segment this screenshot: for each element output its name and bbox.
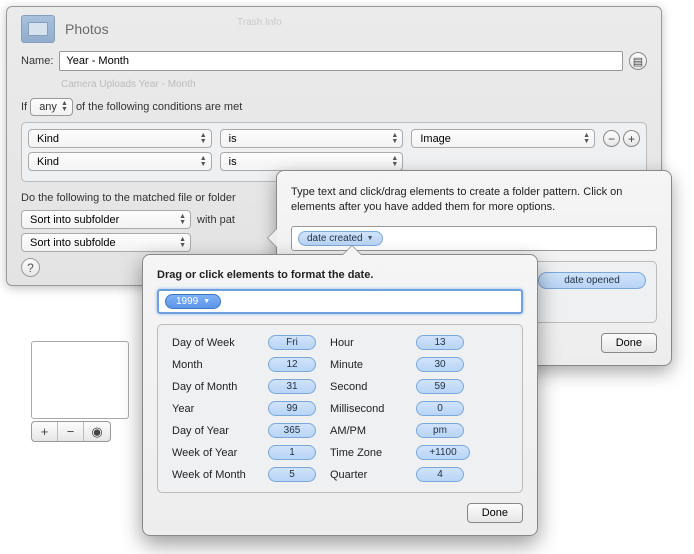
token-date-opened[interactable]: date opened <box>538 272 646 289</box>
token-date-created[interactable]: date created▼ <box>298 231 383 246</box>
fmt-label: Time Zone <box>330 447 402 459</box>
fmt-token[interactable]: 5 <box>268 467 316 482</box>
fmt-label: Year <box>172 403 254 415</box>
if-any-label: any <box>39 101 57 113</box>
cond-attr-select[interactable]: Kind <box>28 152 212 171</box>
remove-condition-button[interactable]: − <box>603 130 620 147</box>
add-button[interactable]: + <box>32 422 58 441</box>
window-title: Photos <box>65 21 109 37</box>
name-input[interactable] <box>59 51 623 71</box>
cond-op-select[interactable]: is <box>220 129 404 148</box>
example-token-year[interactable]: 1999▼ <box>165 294 221 309</box>
remove-button[interactable]: − <box>58 422 84 441</box>
if-text-2: of the following conditions are met <box>76 101 242 113</box>
faded-path: Camera Uploads Year - Month <box>61 79 647 90</box>
date-format-popover: Drag or click elements to format the dat… <box>142 254 538 536</box>
help-button[interactable]: ? <box>21 258 40 277</box>
fmt-token[interactable]: Fri <box>268 335 316 350</box>
date-example-field[interactable]: 1999▼ <box>157 289 523 314</box>
done-button[interactable]: Done <box>601 333 657 353</box>
fmt-label: Week of Month <box>172 469 254 481</box>
action-select[interactable]: Sort into subfolde <box>21 233 191 252</box>
fmt-label: Month <box>172 359 254 371</box>
fmt-label: Millisecond <box>330 403 402 415</box>
fmt-token[interactable]: 365 <box>268 423 316 438</box>
faded-tabs: Trash Info <box>237 17 282 28</box>
fmt-label: Hour <box>330 337 402 349</box>
fmt-token[interactable]: pm <box>416 423 464 438</box>
name-label: Name: <box>21 55 53 67</box>
action-select[interactable]: Sort into subfolder <box>21 210 191 229</box>
cond-op-select[interactable]: is <box>220 152 404 171</box>
with-pattern-label: with pat <box>197 214 235 226</box>
fmt-label: AM/PM <box>330 425 402 437</box>
if-any-select[interactable]: any <box>30 98 73 116</box>
done-button[interactable]: Done <box>467 503 523 523</box>
fmt-label: Second <box>330 381 402 393</box>
fmt-label: Week of Year <box>172 447 254 459</box>
pattern-help-text: Type text and click/drag elements to cre… <box>291 185 657 216</box>
fmt-token[interactable]: 99 <box>268 401 316 416</box>
fmt-token[interactable]: 4 <box>416 467 464 482</box>
fmt-token[interactable]: 30 <box>416 357 464 372</box>
add-condition-button[interactable]: + <box>623 130 640 147</box>
fmt-token[interactable]: 13 <box>416 335 464 350</box>
if-section: If any of the following conditions are m… <box>21 98 647 116</box>
format-box: Day of Week Fri Hour 13 Month 12 Minute 30 Day o… <box>157 324 523 493</box>
bottom-toolbar: + − ◉ <box>31 421 111 442</box>
fmt-token[interactable]: 59 <box>416 379 464 394</box>
if-text-1: If <box>21 101 27 113</box>
cond-attr-select[interactable]: Kind <box>28 129 212 148</box>
fmt-label: Quarter <box>330 469 402 481</box>
fmt-token[interactable]: 0 <box>416 401 464 416</box>
fmt-label: Minute <box>330 359 402 371</box>
name-extra-button[interactable]: ▤ <box>629 52 647 70</box>
folder-icon <box>21 15 55 43</box>
cond-val-select[interactable]: Image <box>411 129 595 148</box>
date-format-title: Drag or click elements to format the dat… <box>157 269 523 281</box>
condition-row: Kind is −+ <box>28 152 640 171</box>
fmt-token[interactable]: 31 <box>268 379 316 394</box>
fmt-token[interactable]: 1 <box>268 445 316 460</box>
preview-button[interactable]: ◉ <box>84 422 110 441</box>
condition-row: Kind is Image − + <box>28 129 640 148</box>
fmt-label: Day of Month <box>172 381 254 393</box>
fmt-label: Day of Year <box>172 425 254 437</box>
bottom-panel <box>31 341 129 419</box>
fmt-label: Day of Week <box>172 337 254 349</box>
fmt-token[interactable]: +1100 <box>416 445 470 460</box>
fmt-token[interactable]: 12 <box>268 357 316 372</box>
